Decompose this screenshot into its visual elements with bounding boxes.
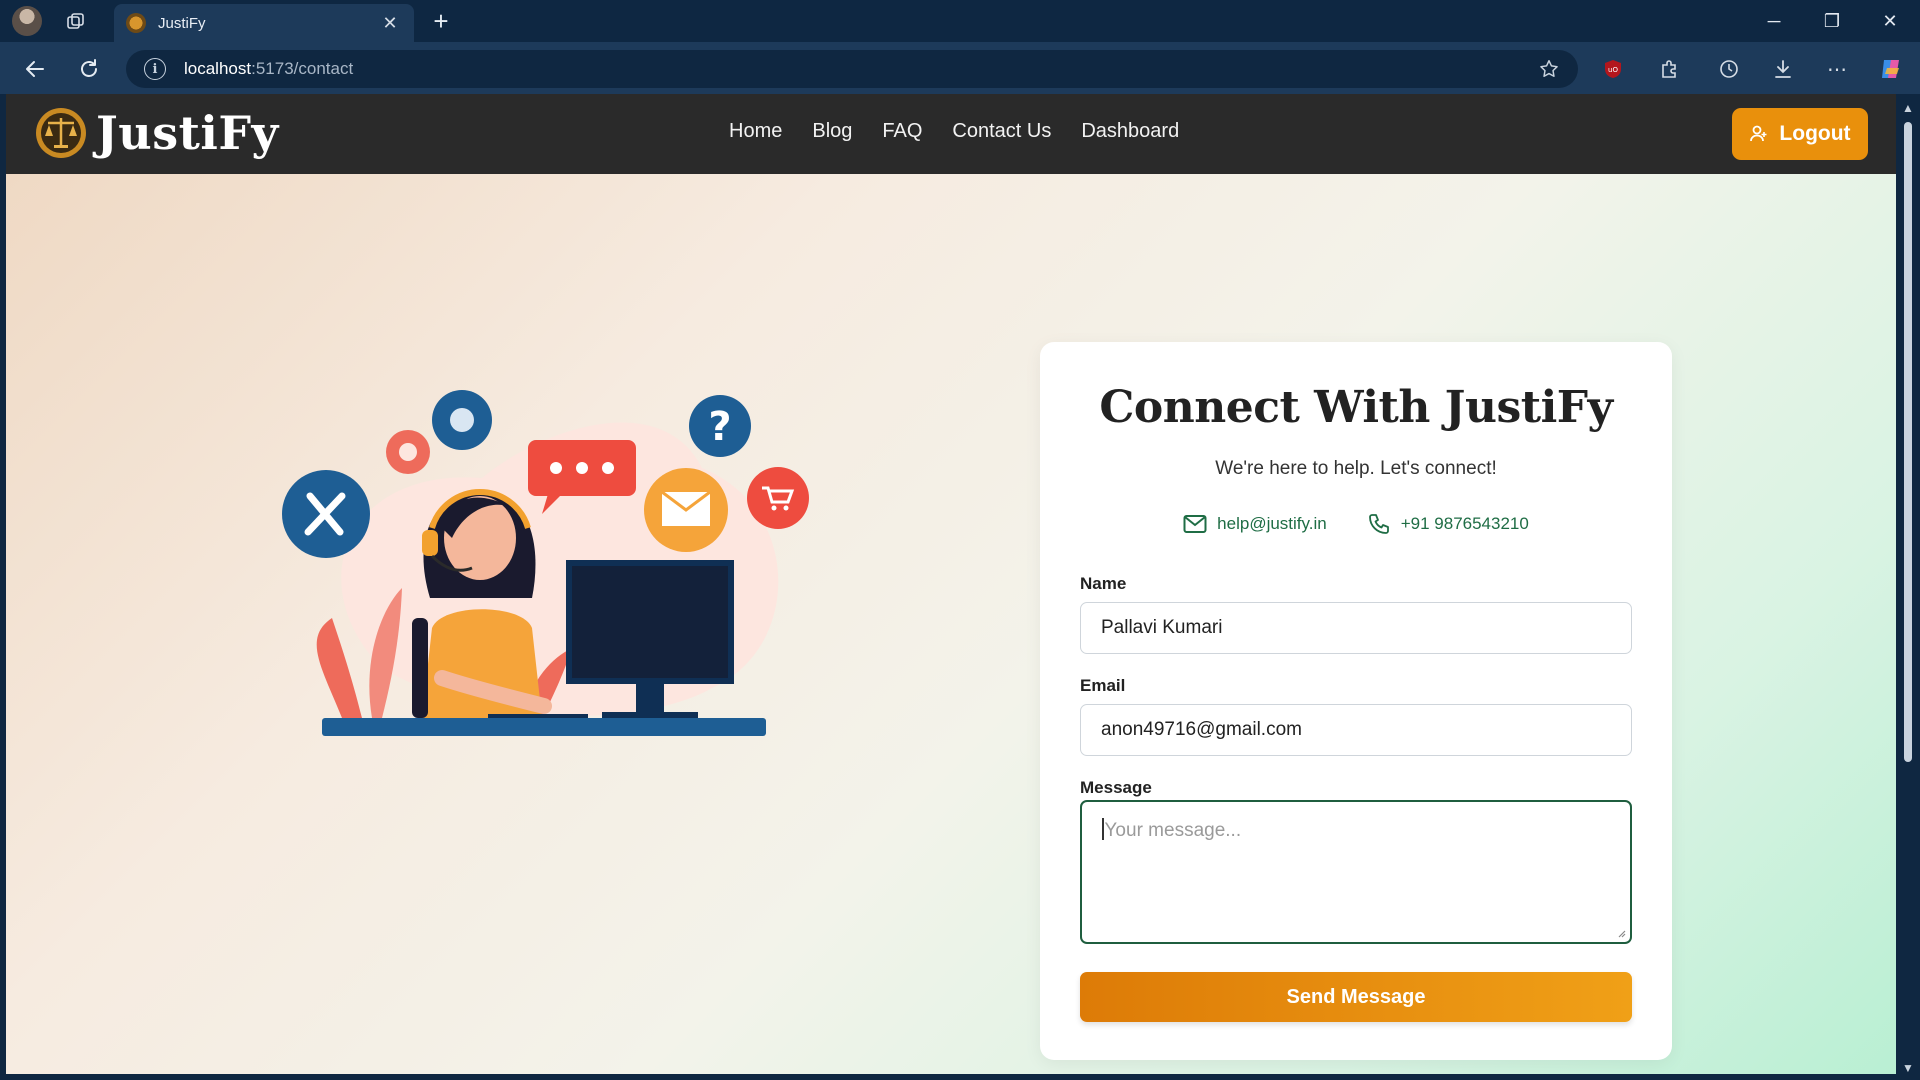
brand-logo[interactable]: JustiFy xyxy=(34,106,279,160)
favorite-star-icon[interactable] xyxy=(1538,58,1560,80)
svg-text:?: ? xyxy=(708,404,731,450)
logout-label: Logout xyxy=(1779,122,1851,145)
nav-link-faq[interactable]: FAQ xyxy=(882,120,922,143)
url-host: localhost xyxy=(184,59,252,78)
name-field[interactable]: Pallavi Kumari xyxy=(1080,602,1632,654)
extensions-icon[interactable] xyxy=(1654,54,1684,84)
site-navbar: JustiFy Home Blog FAQ Contact Us Dashboa… xyxy=(6,94,1896,174)
contact-info: help@justify.in +91 9876543210 xyxy=(1040,512,1672,536)
card-subtitle: We're here to help. Let's connect! xyxy=(1215,458,1497,479)
contact-email[interactable]: help@justify.in xyxy=(1183,512,1327,536)
contact-form-card: Connect With JustiFy We're here to help.… xyxy=(1040,342,1672,1060)
close-tab-icon[interactable]: ✕ xyxy=(378,13,402,34)
workspaces-icon[interactable] xyxy=(62,8,90,36)
message-placeholder: Your message... xyxy=(1104,820,1242,841)
browser-toolbar: i localhost:5173/contact uO ⋯ xyxy=(0,42,1920,94)
browser-tab-justify[interactable]: JustiFy ✕ xyxy=(114,4,414,42)
back-button[interactable] xyxy=(18,52,52,86)
url-path: :5173/contact xyxy=(251,59,354,78)
message-label: Message xyxy=(1080,778,1152,797)
download-icon[interactable] xyxy=(1768,54,1798,84)
new-tab-button[interactable]: + xyxy=(426,6,456,36)
browser-tab-strip: JustiFy ✕ + ─ ❐ ✕ xyxy=(0,0,1920,42)
restore-button[interactable]: ❐ xyxy=(1812,6,1852,36)
message-field[interactable]: Your message... xyxy=(1080,800,1632,944)
svg-text:uO: uO xyxy=(1608,66,1618,74)
user-icon xyxy=(1750,125,1767,142)
brand-name: JustiFy xyxy=(96,106,279,160)
nav-link-contact[interactable]: Contact Us xyxy=(952,120,1051,143)
close-window-button[interactable]: ✕ xyxy=(1870,6,1910,36)
scales-of-justice-icon xyxy=(36,108,86,158)
nav-link-blog[interactable]: Blog xyxy=(812,120,852,143)
justify-favicon-icon xyxy=(126,13,146,33)
customer-support-illustration: ? xyxy=(282,390,809,736)
history-icon[interactable] xyxy=(1714,54,1744,84)
email-label: Email xyxy=(1080,676,1126,695)
mail-icon xyxy=(1183,515,1207,533)
more-icon[interactable]: ⋯ xyxy=(1822,54,1852,84)
scroll-thumb[interactable] xyxy=(1904,122,1912,762)
page-scrollbar[interactable]: ▲ ▼ xyxy=(1896,94,1920,1080)
resize-handle-icon[interactable] xyxy=(1616,928,1626,938)
card-title: Connect With JustiFy xyxy=(1099,382,1613,433)
tab-title: JustiFy xyxy=(158,14,206,32)
main-nav: Home Blog FAQ Contact Us Dashboard xyxy=(729,120,1179,143)
logout-button[interactable]: Logout xyxy=(1732,108,1868,160)
reload-button[interactable] xyxy=(72,52,106,86)
scroll-down-arrow-icon[interactable]: ▼ xyxy=(1896,1058,1920,1078)
send-message-button[interactable]: Send Message xyxy=(1080,972,1632,1022)
site-info-icon[interactable]: i xyxy=(144,58,166,80)
scroll-up-arrow-icon[interactable]: ▲ xyxy=(1896,98,1920,118)
contact-section: ? Connect With JustiFy We're here to hel… xyxy=(6,174,1896,1074)
text-caret xyxy=(1102,818,1104,840)
address-bar[interactable]: i localhost:5173/contact xyxy=(126,50,1578,88)
window-bottom-edge xyxy=(0,1074,1896,1080)
page-viewport: JustiFy Home Blog FAQ Contact Us Dashboa… xyxy=(6,94,1896,1074)
nav-link-home[interactable]: Home xyxy=(729,120,782,143)
name-label: Name xyxy=(1080,574,1127,593)
phone-icon xyxy=(1368,514,1389,534)
email-field[interactable]: anon49716@gmail.com xyxy=(1080,704,1632,756)
contact-phone[interactable]: +91 9876543210 xyxy=(1367,512,1529,536)
nav-link-dashboard[interactable]: Dashboard xyxy=(1081,120,1179,143)
profile-avatar[interactable] xyxy=(12,6,42,36)
contact-phone-text: +91 9876543210 xyxy=(1400,514,1529,533)
copilot-icon[interactable] xyxy=(1876,54,1906,84)
minimize-button[interactable]: ─ xyxy=(1754,6,1794,36)
ublock-icon[interactable]: uO xyxy=(1598,54,1628,84)
contact-email-text: help@justify.in xyxy=(1217,514,1327,533)
